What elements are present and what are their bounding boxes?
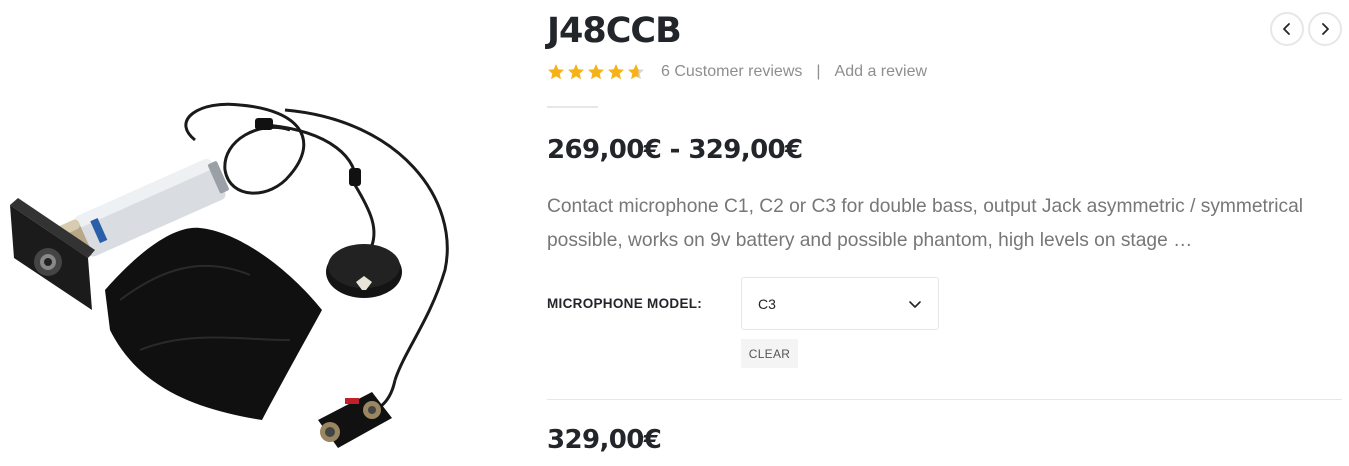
product-nav bbox=[1270, 12, 1342, 46]
chevron-down-icon bbox=[909, 300, 921, 308]
selected-option: C3 bbox=[758, 295, 776, 312]
star-rating bbox=[547, 63, 646, 81]
microphone-model-select[interactable]: C3 bbox=[741, 277, 939, 330]
prev-product-button[interactable] bbox=[1270, 12, 1304, 46]
next-product-button[interactable] bbox=[1308, 12, 1342, 46]
product-photo bbox=[10, 102, 449, 448]
product-summary: J48CCB 6 Customer reviews | Add a review… bbox=[547, 0, 1342, 466]
selected-variation-price: 329,00€ bbox=[547, 425, 662, 455]
product-title: J48CCB bbox=[547, 11, 682, 51]
customer-reviews-link[interactable]: 6 Customer reviews bbox=[661, 63, 802, 81]
rating-separator: | bbox=[816, 63, 821, 80]
title-divider bbox=[547, 106, 598, 108]
variation-row: MICROPHONE MODEL: C3 bbox=[547, 277, 947, 331]
add-review-link[interactable]: Add a review bbox=[835, 63, 928, 81]
product-image[interactable] bbox=[0, 0, 520, 466]
product-short-description: Contact microphone C1, C2 or C3 for doub… bbox=[547, 196, 1304, 251]
stars-icon bbox=[548, 64, 644, 80]
chevron-left-icon bbox=[1283, 23, 1290, 35]
chevron-right-icon bbox=[1322, 23, 1329, 35]
microphone-model-label: MICROPHONE MODEL: bbox=[547, 296, 703, 311]
rating-row: 6 Customer reviews | Add a review bbox=[547, 60, 927, 84]
price-range: 269,00€ - 329,00€ bbox=[547, 135, 803, 165]
clear-selection-button[interactable]: CLEAR bbox=[741, 339, 798, 368]
variation-divider bbox=[547, 399, 1342, 400]
